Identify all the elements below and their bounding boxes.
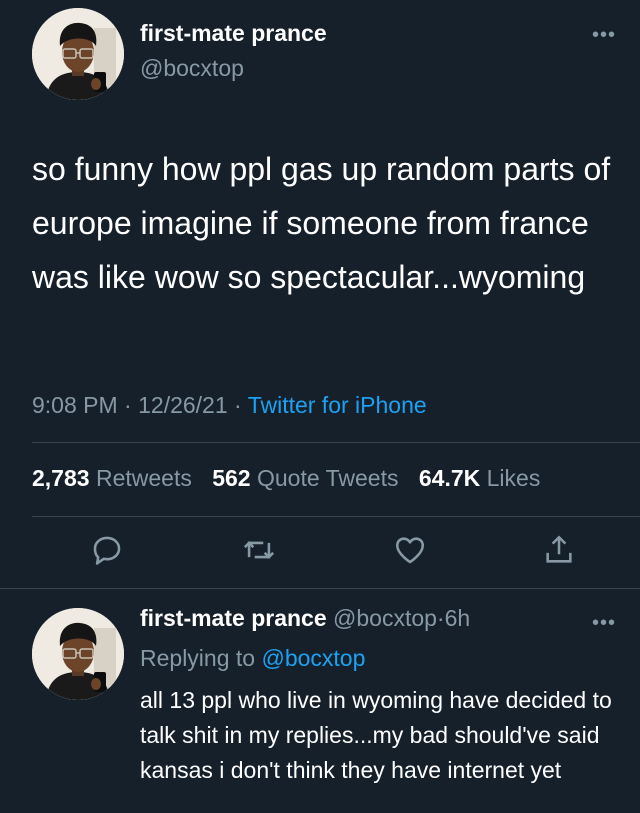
reply-display-name[interactable]: first-mate prance [140,605,327,631]
reply-text: all 13 ppl who live in wyoming have deci… [140,687,612,783]
tweet-source-link[interactable]: Twitter for iPhone [248,392,427,418]
avatar-photo [32,608,124,700]
divider [0,588,640,589]
display-name[interactable]: first-mate prance [140,20,327,47]
like-icon[interactable] [393,533,427,567]
reply-separator: · [436,605,445,631]
tweet-meta: 9:08 PM · 12/26/21 · Twitter for iPhone [32,392,427,419]
meta-separator: · [234,392,242,418]
retweet-icon[interactable] [242,533,276,567]
reply-handle[interactable]: @bocxtop [333,605,437,631]
replying-handle-link[interactable]: @bocxtop [261,645,365,671]
tweet-stats: 2,783 Retweets 562 Quote Tweets 64.7K Li… [32,465,554,492]
quote-tweets-label: Quote Tweets [256,465,399,491]
reply-age[interactable]: 6h [445,605,471,631]
retweets-stat[interactable]: 2,783 Retweets [32,465,198,491]
replying-to: Replying to @bocxtop [140,645,365,672]
user-handle[interactable]: @bocxtop [140,55,244,82]
tweet-date: 12/26/21 [138,392,228,418]
avatar[interactable] [32,8,124,100]
retweets-label: Retweets [95,465,192,491]
quote-tweets-count: 562 [212,465,251,491]
likes-count: 64.7K [418,465,481,491]
reply-avatar[interactable] [32,608,124,700]
avatar-photo [32,8,124,100]
more-dots-icon[interactable]: ••• [592,612,616,635]
retweets-count: 2,783 [32,465,90,491]
likes-label: Likes [486,465,541,491]
reply-icon[interactable] [90,533,124,567]
tweet-time: 9:08 PM [32,392,118,418]
share-icon[interactable] [542,533,576,567]
quote-tweets-stat[interactable]: 562 Quote Tweets [212,465,405,491]
replying-label: Replying to [140,645,256,671]
divider [32,516,640,517]
divider [32,442,640,443]
likes-stat[interactable]: 64.7K Likes [419,465,540,491]
tweet-text: so funny how ppl gas up random parts of … [32,151,611,295]
more-dots-icon[interactable]: ••• [592,24,616,47]
meta-separator: · [124,392,132,418]
reply-header: first-mate prance @bocxtop·6h [140,605,470,632]
